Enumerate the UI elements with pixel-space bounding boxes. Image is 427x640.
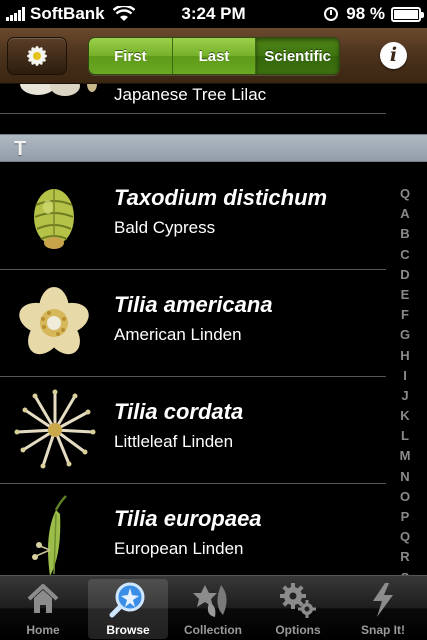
segment-last[interactable]: Last — [172, 38, 257, 74]
scientific-name: Tilia europaea — [114, 506, 262, 531]
battery-percent: 98 % — [346, 4, 385, 23]
status-bar: SoftBank 3:24 PM 98 % — [0, 0, 427, 28]
section-index-bar[interactable]: QABCDEFGHIJKLMNOPQRSTUZ — [395, 184, 415, 575]
lightning-icon — [373, 583, 393, 617]
tab-snap-it[interactable]: Snap It! — [343, 579, 423, 639]
index-letter[interactable]: K — [395, 406, 415, 426]
section-letter: T — [14, 138, 27, 160]
index-letter[interactable]: Q — [395, 527, 415, 547]
index-letter[interactable]: G — [395, 325, 415, 345]
species-list[interactable]: Japanese Tree Lilac T Taxodium distichum… — [0, 84, 427, 575]
list-item[interactable]: Japanese Tree Lilac — [0, 84, 386, 114]
index-letter[interactable]: R — [395, 547, 415, 567]
index-letter[interactable]: I — [395, 366, 415, 386]
common-name: Littleleaf Linden — [114, 432, 234, 451]
scientific-name: Tilia cordata — [114, 399, 244, 424]
index-letter[interactable]: L — [395, 426, 415, 446]
tab-browse[interactable]: Browse — [88, 579, 168, 639]
tab-label: Options — [275, 623, 321, 637]
index-letter[interactable]: B — [395, 224, 415, 244]
tab-label: Home — [26, 623, 60, 637]
list-item[interactable]: Tilia cordata Littleleaf Linden — [0, 377, 386, 484]
flower-icon — [27, 46, 47, 66]
common-name: American Linden — [114, 325, 242, 344]
section-header: T — [0, 134, 427, 162]
index-letter[interactable]: O — [395, 487, 415, 507]
battery-icon — [391, 6, 424, 22]
index-letter[interactable]: N — [395, 467, 415, 487]
list-item[interactable]: Tilia americana American Linden — [0, 270, 386, 377]
index-letter[interactable]: M — [395, 446, 415, 466]
segment-first[interactable]: First — [89, 38, 173, 74]
index-letter[interactable]: J — [395, 386, 415, 406]
lilac-seed-icon — [20, 84, 97, 96]
flower-logo-button[interactable] — [7, 37, 67, 75]
index-letter[interactable]: S — [395, 568, 415, 575]
scientific-name: Tilia americana — [114, 292, 273, 317]
index-letter[interactable]: D — [395, 265, 415, 285]
index-letter[interactable]: F — [395, 305, 415, 325]
collection-icon — [193, 585, 227, 617]
index-letter[interactable]: E — [395, 285, 415, 305]
common-name: Bald Cypress — [114, 218, 216, 237]
navigation-bar: First Last Scientific i — [0, 28, 427, 84]
linden-flower-icon — [19, 287, 89, 355]
linden-bract-icon — [32, 495, 67, 575]
sort-segmented-control: First Last Scientific — [88, 37, 340, 75]
home-icon — [27, 584, 59, 613]
index-letter[interactable]: A — [395, 204, 415, 224]
list-item[interactable]: Tilia europaea European Linden — [0, 484, 386, 575]
tab-collection[interactable]: Collection — [173, 579, 253, 639]
tab-home[interactable]: Home — [3, 579, 83, 639]
segment-scientific[interactable]: Scientific — [256, 38, 339, 74]
scientific-name: Taxodium distichum — [114, 185, 328, 210]
taxodium-cone-icon — [34, 189, 74, 249]
linden-blossom-icon — [14, 389, 96, 469]
tab-label: Snap It! — [361, 623, 405, 637]
index-letter[interactable]: C — [395, 245, 415, 265]
info-button[interactable]: i — [380, 42, 407, 69]
tab-label: Collection — [183, 623, 242, 637]
tab-label: Browse — [106, 623, 150, 637]
common-name: European Linden — [114, 539, 244, 558]
index-letter[interactable]: Q — [395, 184, 415, 204]
gears-icon — [280, 583, 316, 618]
list-item[interactable]: Taxodium distichum Bald Cypress — [0, 163, 386, 270]
index-letter[interactable]: P — [395, 507, 415, 527]
tab-bar: Home Browse Collection Options Snap It! — [0, 575, 427, 640]
rotation-lock-icon — [324, 7, 339, 21]
index-letter[interactable]: H — [395, 346, 415, 366]
browse-icon — [109, 582, 145, 618]
common-name: Japanese Tree Lilac — [114, 85, 267, 104]
tab-options[interactable]: Options — [258, 579, 338, 639]
